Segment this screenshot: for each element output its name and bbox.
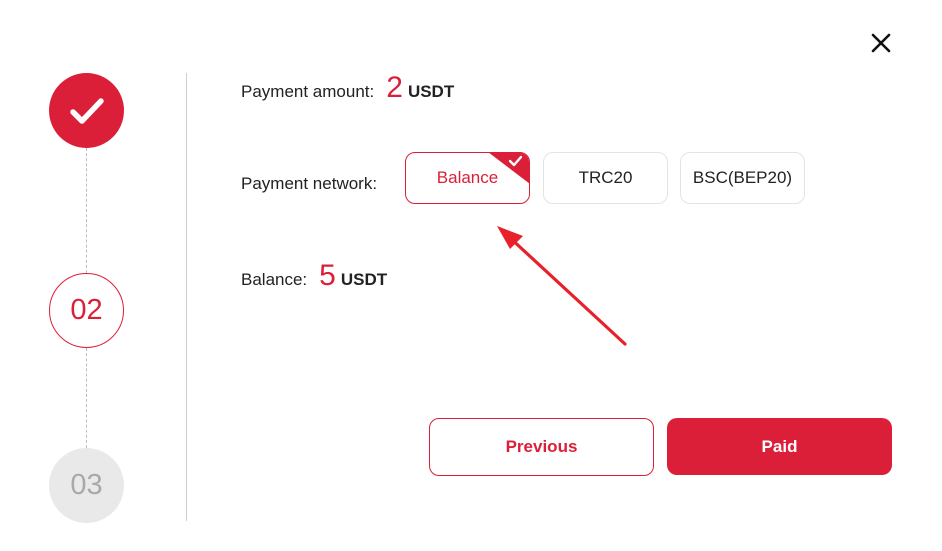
vertical-divider <box>186 73 187 521</box>
payment-amount-label: Payment amount: <box>241 82 375 101</box>
check-icon <box>69 97 104 124</box>
payment-amount-value: 2 <box>386 71 403 104</box>
step-connector <box>86 348 87 448</box>
paid-button-label: Paid <box>761 436 798 456</box>
network-option-label: BSC(BEP20) <box>692 168 793 187</box>
balance-value: 5 <box>319 259 336 292</box>
step-number: 02 <box>70 294 103 326</box>
balance-unit: USDT <box>340 270 388 289</box>
close-icon <box>871 33 891 53</box>
step-2-active: 02 <box>49 273 124 348</box>
balance-row: Balance: 5 USDT <box>241 259 387 293</box>
network-option-trc20[interactable]: TRC20 <box>543 152 668 204</box>
previous-button-label: Previous <box>505 437 578 456</box>
payment-network-label: Payment network: <box>241 174 378 193</box>
network-option-balance[interactable]: Balance <box>405 152 530 204</box>
payment-amount-unit: USDT <box>407 82 455 101</box>
paid-button[interactable]: Paid <box>667 418 892 475</box>
close-button[interactable] <box>866 28 896 58</box>
previous-button[interactable]: Previous <box>429 418 654 476</box>
check-icon <box>489 153 529 184</box>
step-1-completed <box>49 73 124 148</box>
step-3-pending: 03 <box>49 448 124 523</box>
network-option-label: TRC20 <box>578 168 633 187</box>
step-number: 03 <box>70 469 103 501</box>
balance-label: Balance: <box>241 270 308 289</box>
network-option-bsc-bep20[interactable]: BSC(BEP20) <box>680 152 805 204</box>
step-connector <box>86 148 87 273</box>
payment-amount-row: Payment amount: 2 USDT <box>241 71 454 105</box>
